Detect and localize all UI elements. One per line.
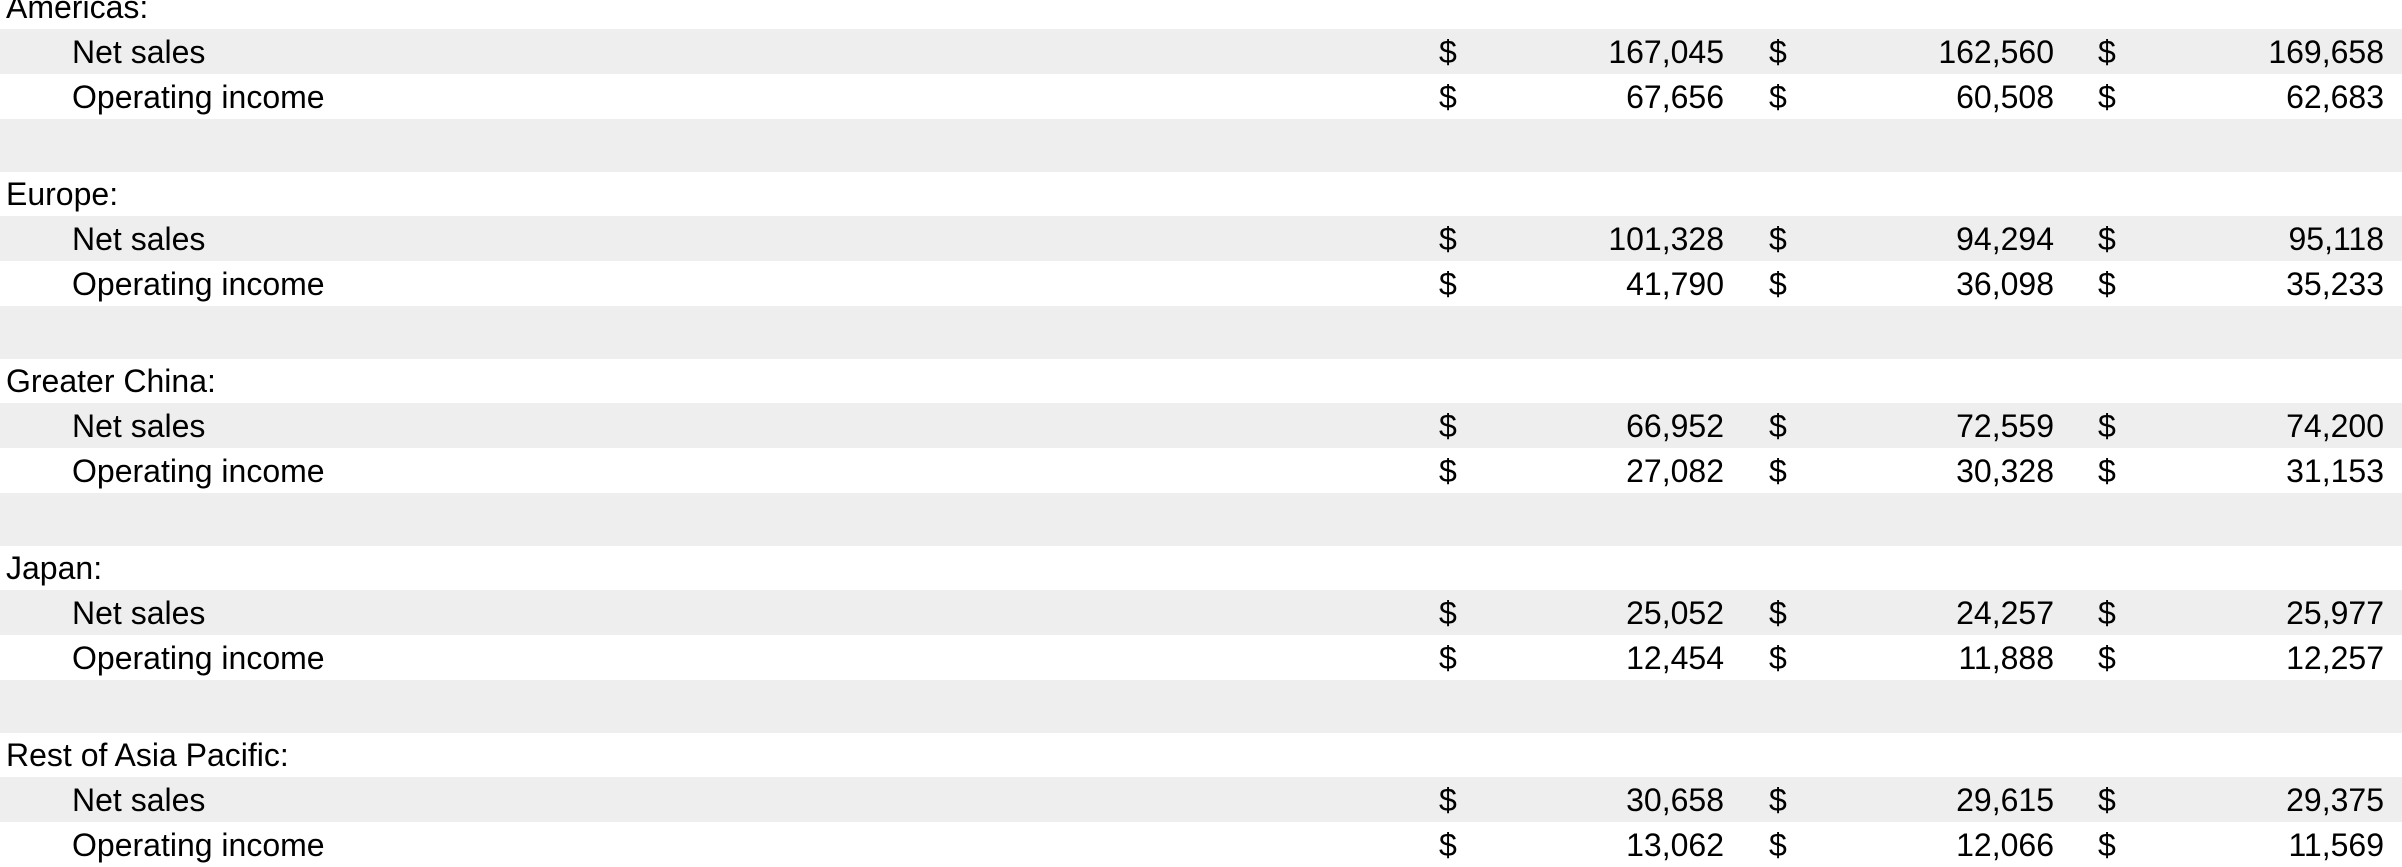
currency-symbol: $ bbox=[2098, 408, 2116, 444]
table-row: Net sales $ 30,658 $ 29,615 $ 29,375 bbox=[0, 777, 2402, 822]
currency-symbol: $ bbox=[1769, 221, 1787, 257]
currency-symbol: $ bbox=[1769, 595, 1787, 631]
row-label: Operating income bbox=[72, 266, 325, 302]
region-header-row: Americas: bbox=[0, 0, 2402, 29]
currency-symbol: $ bbox=[2098, 595, 2116, 631]
table-row: Operating income $ 41,790 $ 36,098 $ 35,… bbox=[0, 261, 2402, 306]
currency-symbol: $ bbox=[1769, 34, 1787, 70]
value-cell: 162,560 bbox=[1938, 34, 2054, 70]
value-cell: 25,977 bbox=[2286, 595, 2384, 631]
currency-symbol: $ bbox=[1439, 34, 1457, 70]
table-row: Net sales $ 25,052 $ 24,257 $ 25,977 bbox=[0, 590, 2402, 635]
region-header-row: Greater China: bbox=[0, 359, 2402, 403]
currency-symbol: $ bbox=[1769, 453, 1787, 489]
segment-table: Americas: Net sales $ 167,045 $ 162,560 … bbox=[0, 0, 2402, 867]
value-cell: 27,082 bbox=[1626, 453, 1724, 489]
row-label: Operating income bbox=[72, 453, 325, 489]
currency-symbol: $ bbox=[1439, 266, 1457, 302]
region-header: Americas: bbox=[6, 0, 149, 25]
value-cell: 30,658 bbox=[1626, 782, 1724, 818]
value-cell: 11,888 bbox=[1958, 640, 2055, 676]
currency-symbol: $ bbox=[1439, 640, 1457, 676]
currency-symbol: $ bbox=[1439, 595, 1457, 631]
spacer-row bbox=[0, 680, 2402, 733]
row-label: Net sales bbox=[72, 782, 206, 818]
table-row: Net sales $ 167,045 $ 162,560 $ 169,658 bbox=[0, 29, 2402, 74]
table-row: Operating income $ 13,062 $ 12,066 $ 11,… bbox=[0, 822, 2402, 867]
value-cell: 35,233 bbox=[2286, 266, 2384, 302]
value-cell: 36,098 bbox=[1956, 266, 2054, 302]
row-label: Net sales bbox=[72, 221, 206, 257]
row-label: Net sales bbox=[72, 34, 206, 70]
value-cell: 12,257 bbox=[2286, 640, 2384, 676]
value-cell: 169,658 bbox=[2268, 34, 2384, 70]
region-header: Greater China: bbox=[6, 363, 216, 399]
value-cell: 25,052 bbox=[1626, 595, 1724, 631]
value-cell: 95,118 bbox=[2288, 221, 2385, 257]
region-header: Japan: bbox=[6, 550, 103, 586]
row-label: Operating income bbox=[72, 827, 325, 863]
currency-symbol: $ bbox=[2098, 34, 2116, 70]
region-header: Rest of Asia Pacific: bbox=[6, 737, 289, 773]
table-row: Operating income $ 67,656 $ 60,508 $ 62,… bbox=[0, 74, 2402, 119]
currency-symbol: $ bbox=[1769, 266, 1787, 302]
value-cell: 72,559 bbox=[1956, 408, 2054, 444]
row-label: Net sales bbox=[72, 595, 206, 631]
currency-symbol: $ bbox=[1439, 827, 1457, 863]
region-header: Europe: bbox=[6, 176, 119, 212]
table-row: Operating income $ 12,454 $ 11,888 $ 12,… bbox=[0, 635, 2402, 680]
spacer-row bbox=[0, 306, 2402, 359]
row-label: Operating income bbox=[72, 79, 325, 115]
currency-symbol: $ bbox=[1769, 79, 1787, 115]
table-row: Net sales $ 101,328 $ 94,294 $ 95,118 bbox=[0, 216, 2402, 261]
region-header-row: Japan: bbox=[0, 546, 2402, 590]
value-cell: 167,045 bbox=[1608, 34, 1724, 70]
value-cell: 24,257 bbox=[1956, 595, 2054, 631]
value-cell: 41,790 bbox=[1626, 266, 1724, 302]
currency-symbol: $ bbox=[2098, 453, 2116, 489]
value-cell: 74,200 bbox=[2286, 408, 2384, 444]
value-cell: 11,569 bbox=[2288, 827, 2385, 863]
value-cell: 101,328 bbox=[1608, 221, 1724, 257]
currency-symbol: $ bbox=[1439, 408, 1457, 444]
table-row: Net sales $ 66,952 $ 72,559 $ 74,200 bbox=[0, 403, 2402, 448]
currency-symbol: $ bbox=[2098, 79, 2116, 115]
value-cell: 30,328 bbox=[1956, 453, 2054, 489]
currency-symbol: $ bbox=[1769, 408, 1787, 444]
value-cell: 12,066 bbox=[1956, 827, 2054, 863]
currency-symbol: $ bbox=[1439, 453, 1457, 489]
currency-symbol: $ bbox=[2098, 782, 2116, 818]
currency-symbol: $ bbox=[1439, 79, 1457, 115]
spacer-row bbox=[0, 493, 2402, 546]
value-cell: 67,656 bbox=[1626, 79, 1724, 115]
value-cell: 66,952 bbox=[1626, 408, 1724, 444]
value-cell: 13,062 bbox=[1626, 827, 1724, 863]
currency-symbol: $ bbox=[2098, 640, 2116, 676]
spacer-row bbox=[0, 119, 2402, 172]
currency-symbol: $ bbox=[1439, 221, 1457, 257]
region-header-row: Rest of Asia Pacific: bbox=[0, 733, 2402, 777]
value-cell: 12,454 bbox=[1626, 640, 1724, 676]
value-cell: 62,683 bbox=[2286, 79, 2384, 115]
currency-symbol: $ bbox=[2098, 827, 2116, 863]
currency-symbol: $ bbox=[1769, 782, 1787, 818]
value-cell: 94,294 bbox=[1956, 221, 2054, 257]
row-label: Operating income bbox=[72, 640, 325, 676]
currency-symbol: $ bbox=[1439, 782, 1457, 818]
table-row: Operating income $ 27,082 $ 30,328 $ 31,… bbox=[0, 448, 2402, 493]
region-header-row: Europe: bbox=[0, 172, 2402, 216]
value-cell: 60,508 bbox=[1956, 79, 2054, 115]
currency-symbol: $ bbox=[2098, 221, 2116, 257]
row-label: Net sales bbox=[72, 408, 206, 444]
currency-symbol: $ bbox=[1769, 827, 1787, 863]
currency-symbol: $ bbox=[2098, 266, 2116, 302]
value-cell: 29,615 bbox=[1956, 782, 2054, 818]
value-cell: 29,375 bbox=[2286, 782, 2384, 818]
value-cell: 31,153 bbox=[2286, 453, 2384, 489]
currency-symbol: $ bbox=[1769, 640, 1787, 676]
